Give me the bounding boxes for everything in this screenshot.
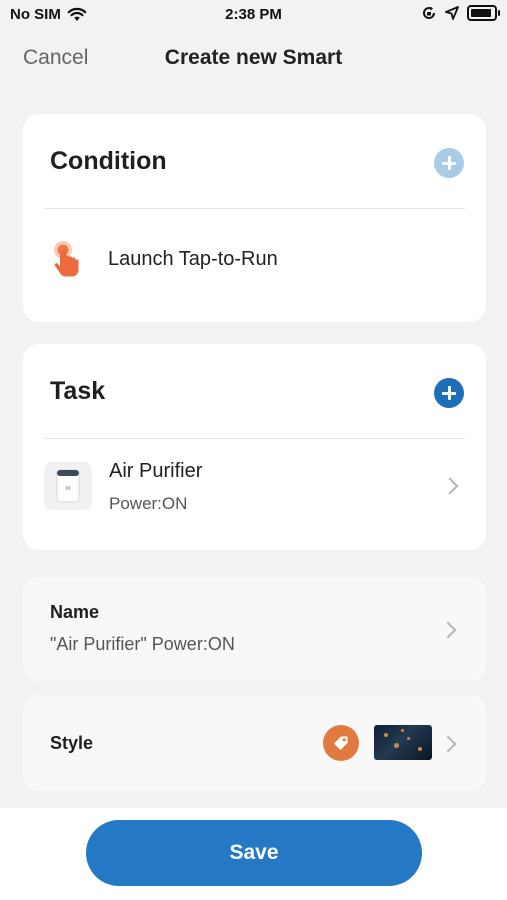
device-thumbnail — [44, 462, 92, 510]
name-label: Name — [50, 602, 100, 622]
condition-item-label: Launch Tap-to-Run — [108, 247, 278, 270]
chevron-right-icon — [439, 735, 457, 753]
task-item-air-purifier[interactable]: Air Purifier Power:ON — [44, 456, 464, 516]
page-title: Create new Smart — [164, 46, 343, 69]
status-bar: No SIM 2:38 PM — [0, 0, 507, 32]
plus-icon — [442, 156, 456, 170]
add-task-button[interactable] — [434, 378, 464, 408]
task-heading: Task — [50, 377, 106, 405]
cover-image-thumbnail — [374, 725, 432, 760]
tag-icon — [323, 725, 359, 761]
condition-heading: Condition — [50, 147, 167, 175]
battery-icon — [467, 5, 500, 21]
chevron-right-icon — [439, 621, 457, 639]
condition-item-launch-tap-to-run[interactable]: Launch Tap-to-Run — [50, 236, 464, 282]
task-card: Task Air Purifier Power:ON — [23, 344, 486, 550]
tap-hand-icon — [54, 241, 79, 277]
style-row[interactable]: Style — [23, 695, 486, 791]
air-purifier-icon — [56, 469, 80, 503]
divider — [44, 208, 465, 209]
name-value: "Air Purifier" Power:ON — [50, 634, 235, 654]
navigation-bar: Cancel Create new Smart — [0, 40, 507, 80]
add-condition-button[interactable] — [434, 148, 464, 178]
name-row[interactable]: Name "Air Purifier" Power:ON — [23, 577, 486, 681]
task-device-name: Air Purifier — [109, 460, 203, 482]
location-arrow-icon — [445, 6, 459, 20]
bottom-bar: Save — [0, 808, 507, 900]
condition-card: Condition Launch Tap-to-Run — [23, 114, 486, 322]
save-button[interactable]: Save — [86, 820, 422, 886]
chevron-right-icon — [441, 477, 459, 495]
divider — [44, 438, 465, 439]
task-device-action: Power:ON — [109, 494, 188, 513]
orientation-lock-icon — [423, 6, 436, 19]
style-label: Style — [50, 733, 94, 753]
status-right — [421, 5, 500, 21]
plus-icon — [442, 386, 456, 400]
